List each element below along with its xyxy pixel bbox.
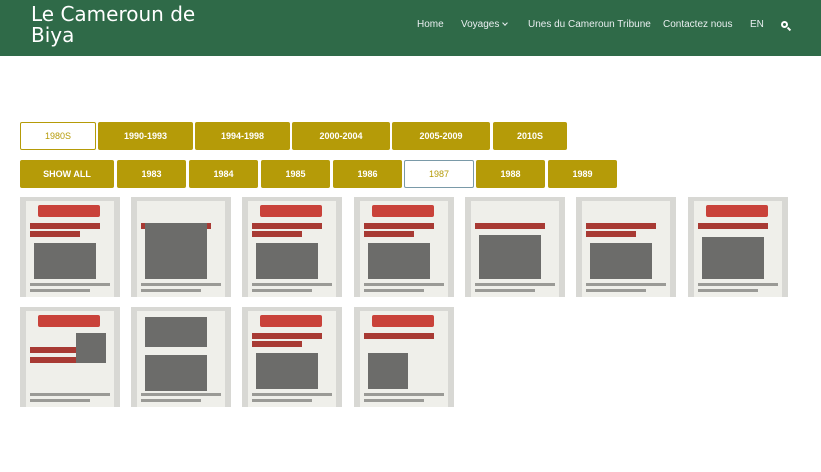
nav-voyages-label: Voyages <box>461 19 500 30</box>
gallery-thumbnail[interactable] <box>131 307 231 407</box>
gallery-thumbnail[interactable] <box>576 197 676 297</box>
gallery-thumbnail[interactable] <box>20 307 120 407</box>
site-header: Le Cameroun de Biya Home Voyages Unes du… <box>0 0 821 56</box>
filter-1994-1998[interactable]: 1994-1998 <box>195 122 290 150</box>
nav-voyages[interactable]: Voyages <box>461 18 509 32</box>
gallery-thumbnail[interactable] <box>354 307 454 407</box>
filter-1988[interactable]: 1988 <box>476 160 545 188</box>
gallery-thumbnail[interactable] <box>242 197 342 297</box>
gallery-thumbnail[interactable] <box>131 197 231 297</box>
gallery-thumbnail[interactable] <box>688 197 788 297</box>
nav-language[interactable]: EN <box>750 18 764 32</box>
filter-1984[interactable]: 1984 <box>189 160 258 188</box>
filter-2010s[interactable]: 2010S <box>493 122 567 150</box>
filter-2000-2004[interactable]: 2000-2004 <box>292 122 390 150</box>
filter-show-all[interactable]: SHOW ALL <box>20 160 114 188</box>
nav-home[interactable]: Home <box>417 18 444 32</box>
gallery-thumbnail[interactable] <box>20 197 120 297</box>
filter-2005-2009[interactable]: 2005-2009 <box>392 122 490 150</box>
nav-unes[interactable]: Unes du Cameroun Tribune <box>528 18 651 32</box>
gallery-thumbnail[interactable] <box>354 197 454 297</box>
filter-1989[interactable]: 1989 <box>548 160 617 188</box>
main-nav: Home Voyages Unes du Cameroun Tribune Co… <box>0 18 821 32</box>
gallery-thumbnail[interactable] <box>465 197 565 297</box>
filter-1983[interactable]: 1983 <box>117 160 186 188</box>
filter-1980s[interactable]: 1980S <box>20 122 96 150</box>
filter-1986[interactable]: 1986 <box>333 160 402 188</box>
search-icon[interactable] <box>780 20 792 32</box>
filter-1985[interactable]: 1985 <box>261 160 330 188</box>
filter-1990-1993[interactable]: 1990-1993 <box>98 122 193 150</box>
nav-contact[interactable]: Contactez nous <box>663 18 733 32</box>
filter-1987[interactable]: 1987 <box>404 160 474 188</box>
chevron-down-icon <box>502 20 509 26</box>
gallery-thumbnail[interactable] <box>242 307 342 407</box>
